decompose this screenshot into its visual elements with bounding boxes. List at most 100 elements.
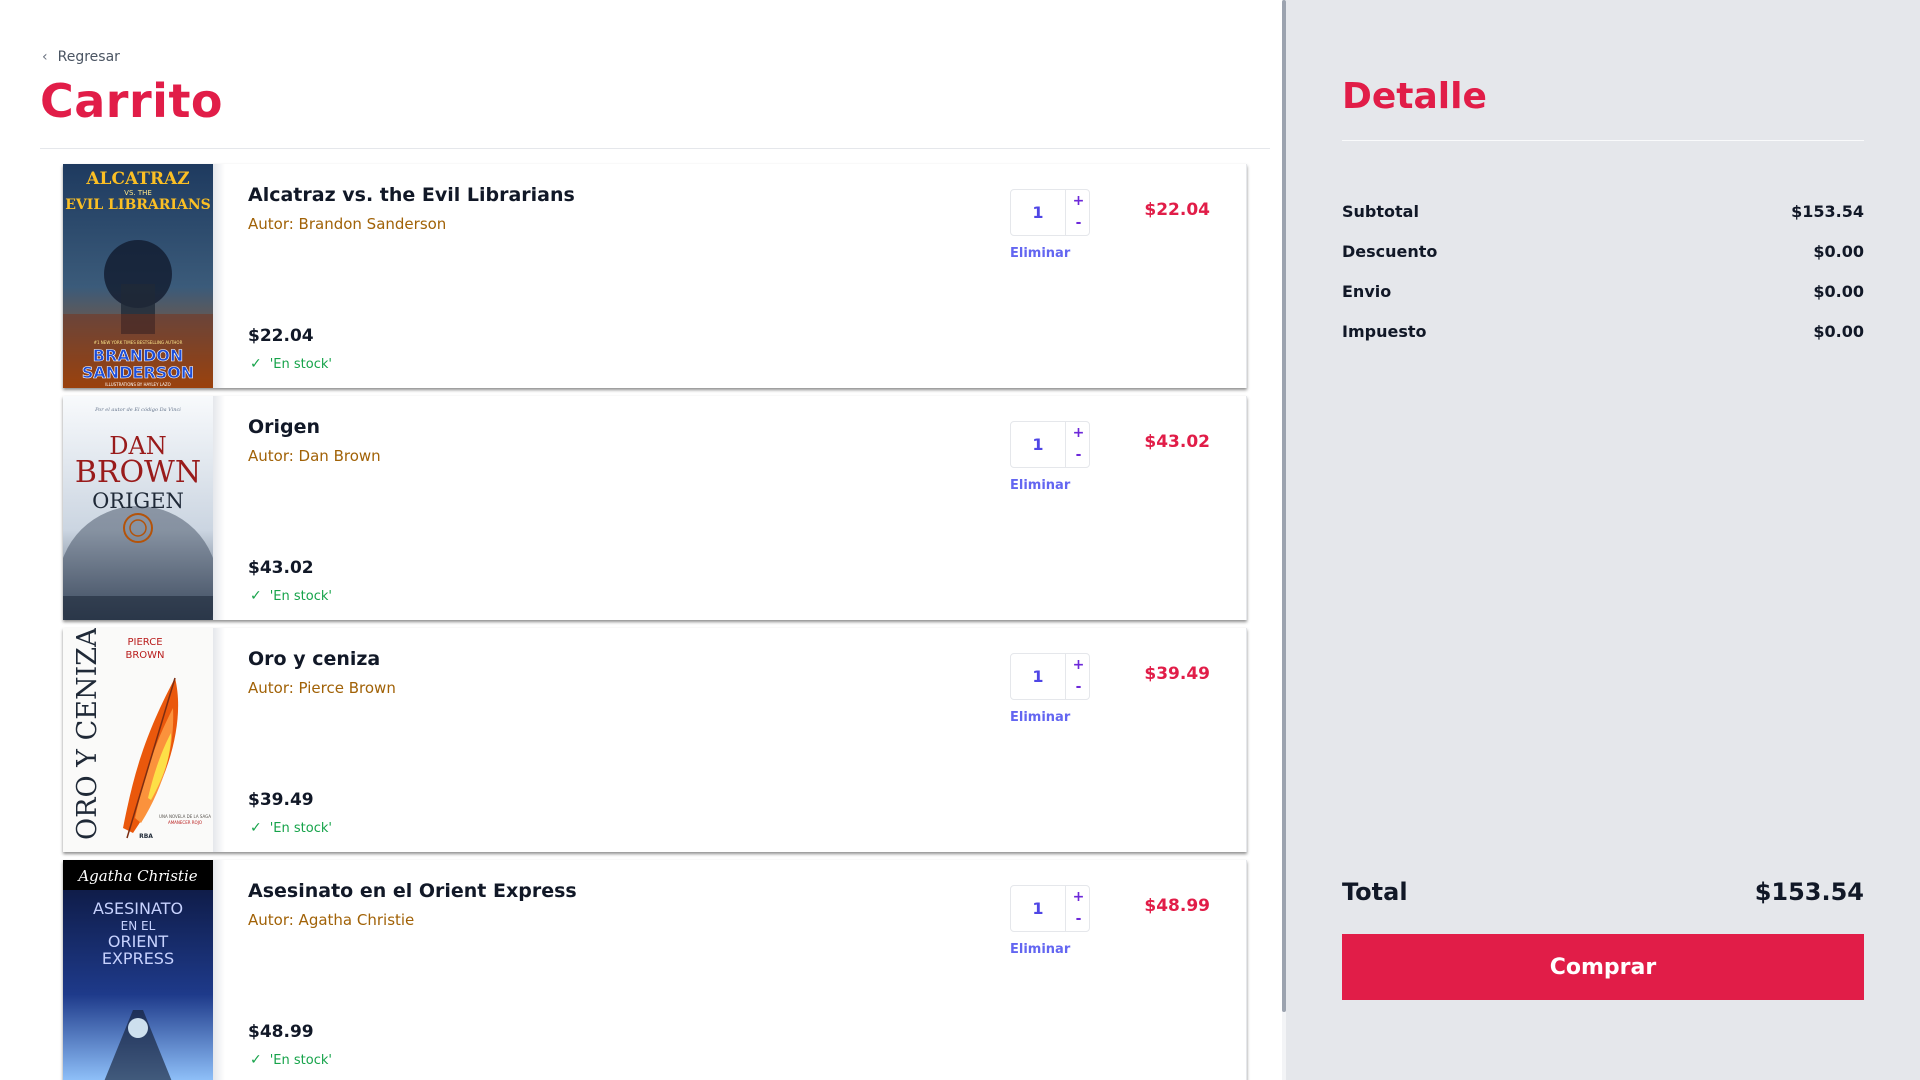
cart-main-panel: ‹ Regresar Carrito ALCATRAZ VS. THE EVIL… xyxy=(0,0,1282,1080)
remove-link[interactable]: Eliminar xyxy=(1010,478,1070,493)
quantity-stepper: 1 + - xyxy=(1010,885,1090,932)
summary-value: $0.00 xyxy=(1813,242,1864,261)
check-icon: ✓ xyxy=(250,588,262,604)
cover-text: SANDERSON xyxy=(82,363,194,382)
book-cover-alcatraz: ALCATRAZ VS. THE EVIL LIBRARIANS #1 NEW … xyxy=(63,164,213,388)
back-link[interactable]: ‹ Regresar xyxy=(42,49,120,65)
cover-text: BROWN xyxy=(125,650,164,661)
line-total: $48.99 xyxy=(1144,896,1210,916)
chevron-left-icon: ‹ xyxy=(42,49,48,65)
cart-item: Por el autor de El código Da Vinci DAN B… xyxy=(63,396,1247,620)
book-cover-origen: Por el autor de El código Da Vinci DAN B… xyxy=(63,396,213,620)
cover-text: EXPRESS xyxy=(102,949,174,968)
cover-shadow xyxy=(213,860,225,1080)
summary-label: Descuento xyxy=(1342,242,1438,261)
book-cover-orient-express: Agatha Christie ASESINATO EN EL ORIENT E… xyxy=(63,860,213,1080)
decrement-button[interactable]: - xyxy=(1066,908,1091,930)
item-author: Autor: Dan Brown xyxy=(248,447,381,465)
check-icon: ✓ xyxy=(250,1052,262,1068)
cover-text: AMANECER ROJO xyxy=(168,820,202,825)
detail-divider xyxy=(1342,140,1864,141)
cover-text: RBA xyxy=(139,833,153,840)
summary-row-subtotal: Subtotal $153.54 xyxy=(1342,202,1864,242)
cover-text: ORO Y CENIZA xyxy=(72,628,103,840)
cover-text: ORIGEN xyxy=(92,489,184,513)
cover-text: ILLUSTRATIONS BY HAYLEY LAZO xyxy=(105,382,171,387)
check-icon: ✓ xyxy=(250,820,262,836)
cover-text: ASESINATO xyxy=(93,899,183,918)
back-label: Regresar xyxy=(57,49,120,65)
cover-text: BROWN xyxy=(75,455,201,490)
quantity-input[interactable]: 1 xyxy=(1011,190,1065,235)
cover-text: Agatha Christie xyxy=(76,867,197,885)
cover-text: EN EL xyxy=(121,919,156,933)
item-price: $39.49 xyxy=(248,790,314,810)
item-title: Oro y ceniza xyxy=(248,648,381,670)
stock-label: 'En stock' xyxy=(269,820,332,836)
buy-button[interactable]: Comprar xyxy=(1342,934,1864,1000)
summary-row-impuesto: Impuesto $0.00 xyxy=(1342,322,1864,362)
item-author: Autor: Pierce Brown xyxy=(248,679,396,697)
stock-status: ✓ 'En stock' xyxy=(250,820,332,836)
cart-item: ALCATRAZ VS. THE EVIL LIBRARIANS #1 NEW … xyxy=(63,164,1247,388)
cover-text: UNA NOVELA DE LA SAGA xyxy=(159,814,211,819)
quantity-stepper: 1 + - xyxy=(1010,653,1090,700)
cart-items-list: ALCATRAZ VS. THE EVIL LIBRARIANS #1 NEW … xyxy=(63,164,1247,1080)
remove-link[interactable]: Eliminar xyxy=(1010,942,1070,957)
cart-item: PIERCE BROWN ORO Y CENIZA UNA NOVELA DE … xyxy=(63,628,1247,852)
stock-label: 'En stock' xyxy=(269,1052,332,1068)
item-price: $22.04 xyxy=(248,326,314,346)
increment-button[interactable]: + xyxy=(1066,654,1091,676)
summary-label: Envio xyxy=(1342,282,1392,301)
increment-button[interactable]: + xyxy=(1066,422,1091,444)
decrement-button[interactable]: - xyxy=(1066,212,1091,234)
stock-label: 'En stock' xyxy=(269,356,332,372)
summary-list: Subtotal $153.54 Descuento $0.00 Envio $… xyxy=(1342,202,1864,362)
detail-title: Detalle xyxy=(1342,76,1487,117)
item-price: $43.02 xyxy=(248,558,314,578)
item-title: Asesinato en el Orient Express xyxy=(248,880,577,902)
quantity-buttons: + - xyxy=(1065,190,1090,235)
quantity-buttons: + - xyxy=(1065,422,1090,467)
quantity-stepper: 1 + - xyxy=(1010,189,1090,236)
cart-item: Agatha Christie ASESINATO EN EL ORIENT E… xyxy=(63,860,1247,1080)
title-divider xyxy=(40,148,1270,149)
decrement-button[interactable]: - xyxy=(1066,676,1091,698)
stock-status: ✓ 'En stock' xyxy=(250,356,332,372)
cover-text: Por el autor de El código Da Vinci xyxy=(94,406,181,413)
summary-value: $0.00 xyxy=(1813,322,1864,341)
cover-shadow xyxy=(213,396,225,620)
summary-value: $0.00 xyxy=(1813,282,1864,301)
cover-text: #1 NEW YORK TIMES BESTSELLING AUTHOR xyxy=(94,340,183,345)
quantity-input[interactable]: 1 xyxy=(1011,654,1065,699)
total-value: $153.54 xyxy=(1754,878,1864,906)
quantity-input[interactable]: 1 xyxy=(1011,422,1065,467)
quantity-buttons: + - xyxy=(1065,654,1090,699)
total-label: Total xyxy=(1342,878,1408,906)
remove-link[interactable]: Eliminar xyxy=(1010,246,1070,261)
line-total: $39.49 xyxy=(1144,664,1210,684)
detail-sidebar: Detalle Subtotal $153.54 Descuento $0.00… xyxy=(1286,0,1920,1080)
line-total: $43.02 xyxy=(1144,432,1210,452)
remove-link[interactable]: Eliminar xyxy=(1010,710,1070,725)
cover-text: EVIL LIBRARIANS xyxy=(65,197,210,213)
cover-shadow xyxy=(213,164,225,388)
book-cover-oro-y-ceniza: PIERCE BROWN ORO Y CENIZA UNA NOVELA DE … xyxy=(63,628,213,852)
decrement-button[interactable]: - xyxy=(1066,444,1091,466)
increment-button[interactable]: + xyxy=(1066,190,1091,212)
cover-text: PIERCE xyxy=(127,637,162,648)
cover-text: VS. THE xyxy=(124,189,152,197)
check-icon: ✓ xyxy=(250,356,262,372)
cover-shadow xyxy=(213,628,225,852)
quantity-stepper: 1 + - xyxy=(1010,421,1090,468)
quantity-input[interactable]: 1 xyxy=(1011,886,1065,931)
line-total: $22.04 xyxy=(1144,200,1210,220)
stock-status: ✓ 'En stock' xyxy=(250,588,332,604)
item-author: Autor: Agatha Christie xyxy=(248,911,415,929)
item-title: Alcatraz vs. the Evil Librarians xyxy=(248,184,575,206)
stock-label: 'En stock' xyxy=(269,588,332,604)
increment-button[interactable]: + xyxy=(1066,886,1091,908)
item-title: Origen xyxy=(248,416,321,438)
summary-value: $153.54 xyxy=(1791,202,1864,221)
cover-text: ALCATRAZ xyxy=(85,169,189,189)
